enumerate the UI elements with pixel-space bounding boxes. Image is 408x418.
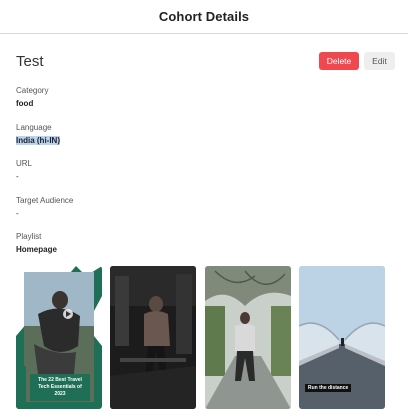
thumbnail-image — [205, 266, 291, 409]
field-label: Language — [16, 123, 52, 132]
field-url: URL - — [16, 158, 32, 182]
thumbnail-caption: The 22 Best Travel Tech Essentials of 20… — [30, 374, 90, 401]
field-label: Target Audience — [16, 196, 74, 205]
thumbnail-caption: Run the distance — [305, 384, 352, 392]
cohort-name-row: Test Delete Edit — [16, 52, 395, 72]
video-thumbnail[interactable] — [110, 266, 196, 409]
field-value: Homepage — [16, 245, 57, 254]
field-target-audience: Target Audience - — [16, 195, 73, 219]
field-language: Language India (hi-IN) — [16, 122, 60, 146]
field-value-selected[interactable]: India (hi-IN) — [16, 136, 60, 145]
page-title: Cohort Details — [158, 9, 250, 24]
video-thumbnail[interactable]: Run the distance — [299, 266, 385, 409]
field-label: Category — [16, 86, 49, 95]
thumbnail-image — [110, 266, 196, 409]
video-thumbnail[interactable]: The 22 Best Travel Tech Essentials of 20… — [16, 266, 102, 409]
video-thumbnails: The 22 Best Travel Tech Essentials of 20… — [16, 266, 392, 410]
field-value: food — [16, 99, 34, 108]
field-category: Category food — [16, 85, 48, 109]
delete-button[interactable]: Delete — [319, 52, 359, 70]
field-label: URL — [16, 159, 33, 168]
field-value: - — [16, 209, 19, 218]
field-playlist: Playlist Homepage — [16, 231, 57, 255]
video-thumbnail[interactable] — [205, 266, 291, 409]
page-header: Cohort Details — [0, 0, 408, 34]
edit-button[interactable]: Edit — [364, 52, 395, 70]
field-value: - — [16, 172, 19, 181]
cohort-name: Test — [16, 53, 44, 70]
field-label: Playlist — [16, 232, 42, 241]
